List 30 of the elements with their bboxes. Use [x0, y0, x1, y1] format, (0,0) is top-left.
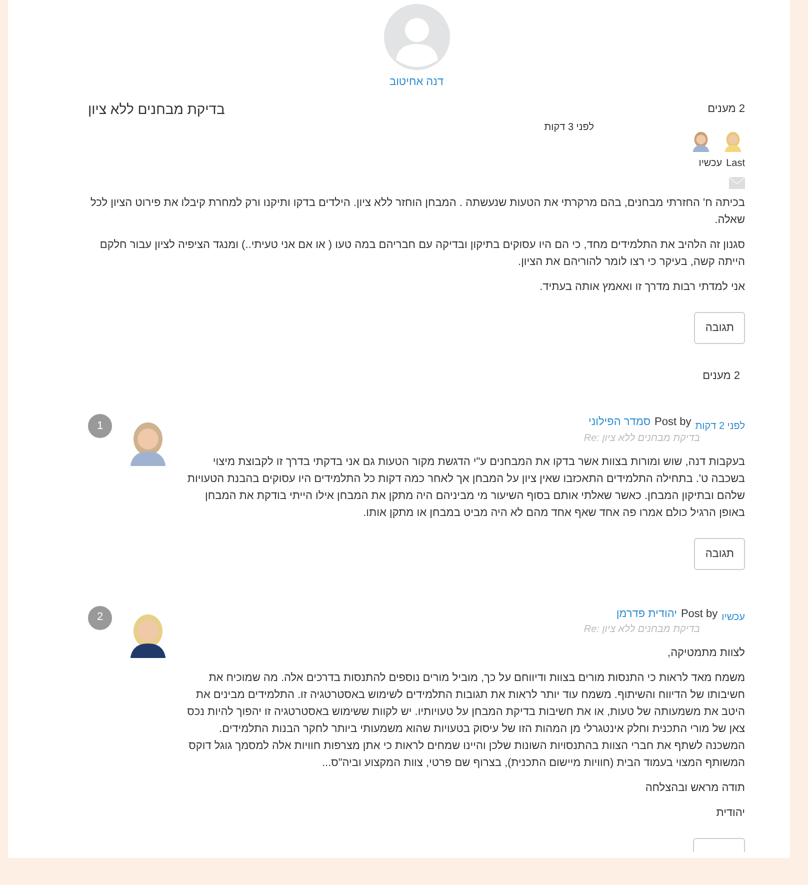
post-subject: Re: בדיקת מבחנים ללא ציון — [582, 432, 700, 446]
post-author-link[interactable]: יהודית פדרמן — [616, 606, 677, 622]
post-author-link[interactable]: סמדר הפילוני — [588, 414, 651, 430]
post-by-label: Post by — [654, 415, 692, 430]
post-text: בעקבות דנה, שוש ומורות בצוות אשר בדקו את המבחנים ע"י הדגשת מקור הטעות גם אני בדקתי בדרך זו לקבוצת מיצוי בשכבה ט'. בתחילה התלמידים התאכזבו שאין ציון על המבחן אך לאחר כמה דקות כל התלמידים היו עסוקים בהבנת הטעויות שלהם ובתיקון המבחן. כאשר שאלתי אותם בסוף השיעור מי מביניהם היה מתקן את המבחן אילו הייתי בודקת את המבחן באופן הרגיל כולם אמרו פה אחד שאף אחד מהם לא היה מביט במבחן או מתקן אותו. — [186, 454, 745, 520]
reply-button[interactable] — [693, 838, 745, 852]
post-text: לצוות מתמטיקה, — [666, 646, 745, 661]
post-text: יהודית — [715, 806, 745, 821]
topic-time: לפני 3 דקות — [544, 120, 594, 134]
replies-count: 2 מענים — [708, 102, 745, 117]
last-time: עכשיו — [698, 156, 722, 170]
replies-heading: 2 מענים — [702, 368, 740, 384]
post-number: 2 — [88, 606, 112, 630]
mail-icon — [729, 174, 745, 186]
post-time-link[interactable]: עכשיו — [722, 610, 745, 625]
post-text: בכיתה ח' החזרתי מבחנים, בהם מרקרתי את הטעות שנעשתה . המבחן הוחזר ללא ציון. הילדים בדקו ותיקנו ורק למחרת קיבלו את פירוט הציון לכל שאלה. — [90, 196, 745, 228]
reply-button[interactable]: תגובה — [694, 312, 745, 344]
post-number: 1 — [88, 414, 112, 438]
post-time-link[interactable]: לפני 2 דקות — [695, 418, 745, 434]
last-label: Last — [726, 156, 745, 170]
post-text: אני למדתי רבות מדרך זו ואאמץ אותה בעתיד. — [538, 280, 745, 294]
user-avatar-icon — [384, 4, 450, 70]
post-by-label: Post by — [680, 606, 718, 622]
topic-title: בדיקת מבחנים ללא ציון — [88, 100, 225, 119]
post-subject: Re: בדיקת מבחנים ללא ציון — [582, 622, 700, 637]
post-text: סגנון זה הלהיב את התלמידים מחד, כי הם היו עסוקים בתיקון ובדיקה עם חבריהם במה טעו ( או אם אני טעיתי..) ומנגד הציפיה לציון עבור חלקם הייתה קשה, בעיקר כי רצו לומר להוריהם את הציון. — [98, 238, 745, 270]
reply-button[interactable]: תגובה — [694, 538, 745, 570]
post-text: תודה מראש ובהצלחה — [644, 781, 745, 796]
post-text: משמח מאד לראות כי התנסות מורים בצוות ודיווחם על כך, מוביל מורים נוספים להתנסות בדרכים אלה. מה שמוכיח את חשיבותו של הדיווח והשיתוף. משמח עוד יותר לראות את תגובות התלמידים לשימוש באסטרטגיה זו. התלמידים מבינים את היטב את משמעותה של טעות, או את חשיבות בדיקת המבחן על טעויותיו. יש לקוות ששימוש באסטרטגיה זו יהפוך להיות נכס צאן של מורי התכנית וחלק אינטגרלי מן המהות הזו של עיסוק בטעויות שהוא משמעותי ביותר לחקר הבנות התלמידים. המשכנה לשתף את חברי הצוות בהתנסויות השונות שלכן והיינו שמחים לראות כי אתן מצרפות חוויות אלה למסמך גוגל דוקס המשותף המצוי בעמוד הבית (חוויות מיישום התכנית), בצרוף שם פרטי, צוות המקצוע וביה"ס... — [186, 671, 745, 771]
author-link[interactable]: דנה אחיטוב — [389, 74, 444, 90]
